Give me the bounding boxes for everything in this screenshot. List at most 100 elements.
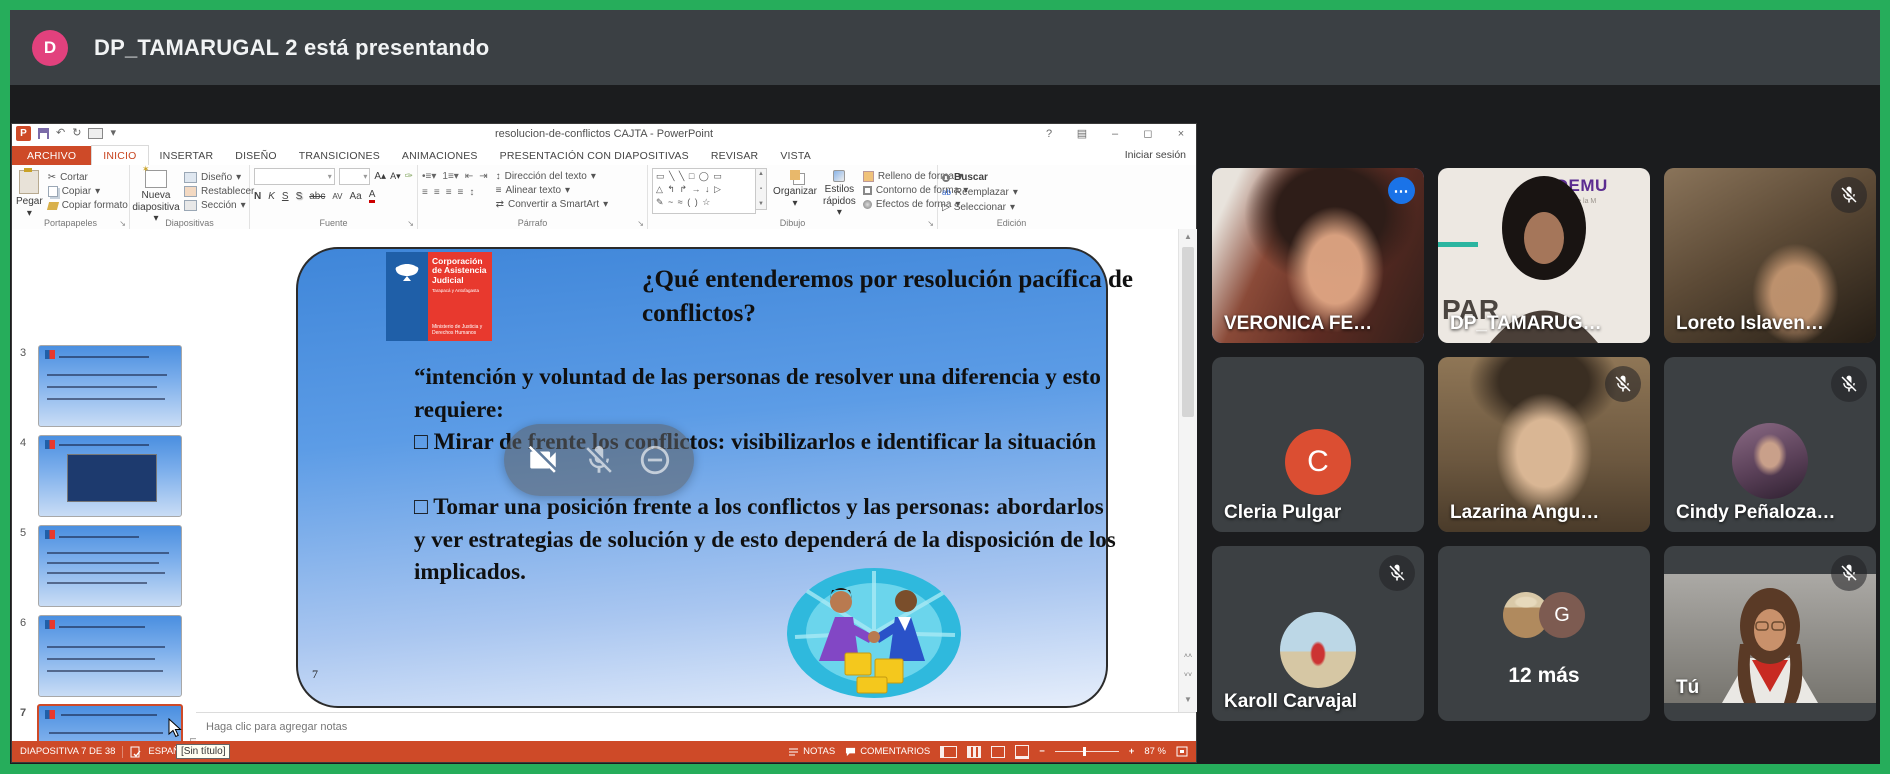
normal-view-button[interactable] — [940, 746, 957, 758]
slide-sorter-view-button[interactable] — [967, 746, 981, 758]
mic-off-badge — [1831, 555, 1867, 591]
participant-tile-overflow[interactable]: G 12 más — [1438, 546, 1650, 721]
copy-button[interactable]: Copiar ▾ — [48, 185, 128, 198]
next-slide-button[interactable]: ˅˅ — [1180, 672, 1196, 687]
align-text-button[interactable]: ≡ Alinear texto ▾ — [496, 184, 609, 197]
camera-off-icon[interactable] — [526, 443, 560, 477]
clear-format-button[interactable]: ✑ — [405, 171, 413, 182]
format-painter-button[interactable]: Copiar formato — [48, 199, 128, 212]
spellcheck-icon[interactable] — [130, 746, 142, 758]
participant-tile-veronica[interactable]: ⋯ VERONICA FE… — [1212, 168, 1424, 343]
quick-styles-button[interactable]: Estilos rápidos ▾ — [823, 170, 856, 219]
new-slide-button[interactable]: Nueva diapositiva ▾ — [134, 170, 178, 225]
slide-thumbnail-6[interactable] — [38, 615, 182, 697]
zoom-level[interactable]: 87 % — [1144, 746, 1166, 757]
slide-thumbnail-7-current[interactable] — [37, 704, 183, 741]
reset-button[interactable]: Restablecer — [184, 185, 254, 198]
scroll-down-icon[interactable]: ▼ — [1179, 695, 1197, 704]
tab-archivo[interactable]: ARCHIVO — [12, 146, 91, 165]
slide[interactable]: Corporación de Asistencia Judicial Tarap… — [296, 247, 1108, 708]
sign-in-link[interactable]: Iniciar sesión — [1125, 149, 1186, 161]
zoom-out-button[interactable]: − — [1039, 746, 1045, 757]
mic-off-icon[interactable] — [582, 443, 616, 477]
decrease-indent-button[interactable]: ⇤ — [465, 171, 473, 182]
dialog-launcher-icon[interactable]: ↘ — [407, 219, 414, 228]
select-button[interactable]: ▷ Seleccionar ▾ — [942, 201, 1081, 214]
previous-slide-button[interactable]: ˄˄ — [1180, 653, 1196, 668]
justify-button[interactable]: ≡ — [458, 187, 464, 198]
participant-tile-self[interactable]: Tú — [1664, 546, 1876, 721]
underline-button[interactable]: S — [282, 191, 289, 202]
reading-view-button[interactable] — [991, 746, 1005, 758]
tab-insertar[interactable]: INSERTAR — [149, 146, 225, 165]
minimize-icon[interactable] — [638, 443, 672, 477]
shapes-gallery-scroll[interactable]: ▲▪▼ — [756, 168, 767, 210]
increase-indent-button[interactable]: ⇥ — [479, 171, 487, 182]
section-button[interactable]: Sección ▾ — [184, 199, 254, 212]
slideshow-button[interactable] — [1015, 745, 1029, 759]
tab-revisar[interactable]: REVISAR — [700, 146, 770, 165]
font-color-button[interactable]: A — [369, 190, 376, 203]
zoom-in-button[interactable]: + — [1129, 746, 1135, 757]
tab-vista[interactable]: VISTA — [769, 146, 822, 165]
notes-toggle[interactable]: NOTAS — [788, 746, 835, 757]
participant-tile-lazarina[interactable]: Lazarina Angu… — [1438, 357, 1650, 532]
close-button[interactable]: × — [1174, 128, 1188, 140]
find-button[interactable]: Buscar — [942, 171, 1081, 184]
slide-thumbnail-5[interactable] — [38, 525, 182, 607]
grow-font-button[interactable]: A▴ — [374, 171, 386, 182]
scroll-up-icon[interactable]: ▲ — [1179, 232, 1197, 241]
strikethrough-button[interactable]: abc — [309, 191, 325, 202]
help-button[interactable]: ? — [1042, 128, 1056, 140]
font-size-select[interactable]: ▾ — [339, 168, 371, 185]
participant-tile-dp-tamarugal[interactable]: ODEMU y Desarrollo de la M PAR DP_TAMARU… — [1438, 168, 1650, 343]
shapes-gallery[interactable]: ▭ ╲ ╲ □ ◯ ▭ △ ↰ ↱ → ↓ ▷ ✎ ~ ≈ ( ) ☆ — [652, 168, 756, 214]
smartart-button[interactable]: ⇄ Convertir a SmartArt ▾ — [496, 198, 609, 211]
char-spacing-button[interactable]: AV — [332, 192, 342, 201]
align-left-button[interactable]: ≡ — [422, 187, 428, 198]
participant-tile-karoll[interactable]: Karoll Carvajal — [1212, 546, 1424, 721]
minimize-button[interactable]: – — [1108, 128, 1122, 140]
italic-button[interactable]: K — [268, 191, 275, 202]
participant-name: Tú — [1676, 677, 1699, 699]
dialog-launcher-icon[interactable]: ↘ — [927, 219, 934, 228]
tab-diseno[interactable]: DISEÑO — [224, 146, 287, 165]
comments-toggle[interactable]: COMENTARIOS — [845, 746, 930, 757]
layout-button[interactable]: Diseño ▾ — [184, 171, 254, 184]
slide-scrollbar[interactable]: ▲ ˄˄ ˅˅ ▼ — [1178, 229, 1197, 712]
change-case-button[interactable]: Aa — [349, 191, 361, 202]
font-name-select[interactable]: ▾ — [254, 168, 335, 185]
cut-button[interactable]: ✂ Cortar — [48, 171, 128, 184]
tab-animaciones[interactable]: ANIMACIONES — [391, 146, 489, 165]
shadow-button[interactable]: S — [296, 191, 303, 202]
fit-to-window-icon[interactable] — [1176, 746, 1188, 757]
participant-tile-loreto[interactable]: Loreto Islaven… — [1664, 168, 1876, 343]
thumb-number: 3 — [20, 347, 26, 359]
tab-inicio[interactable]: INICIO — [91, 145, 148, 166]
zoom-slider[interactable] — [1055, 751, 1119, 752]
dialog-launcher-icon[interactable]: ↘ — [637, 219, 644, 228]
notes-pane[interactable]: Haga clic para agregar notas — [196, 712, 1196, 741]
arrange-button[interactable]: Organizar ▾ — [774, 170, 816, 209]
align-right-button[interactable]: ≡ — [446, 187, 452, 198]
numbering-button[interactable]: 1≡▾ — [442, 171, 458, 182]
restore-button[interactable]: ◻ — [1141, 127, 1155, 140]
tab-transiciones[interactable]: TRANSICIONES — [288, 146, 391, 165]
bold-button[interactable]: N — [254, 191, 261, 202]
text-direction-button[interactable]: ↕ Dirección del texto ▾ — [496, 170, 609, 183]
shrink-font-button[interactable]: A▾ — [390, 171, 401, 182]
participant-tile-cleria[interactable]: C Cleria Pulgar — [1212, 357, 1424, 532]
dialog-launcher-icon[interactable]: ↘ — [119, 219, 126, 228]
line-spacing-button[interactable]: ↕ — [469, 187, 474, 198]
more-options-button[interactable]: ⋯ — [1388, 177, 1415, 204]
align-center-button[interactable]: ≡ — [434, 187, 440, 198]
slide-thumbnail-3[interactable] — [38, 345, 182, 427]
participant-tile-cindy[interactable]: Cindy Peñaloza… — [1664, 357, 1876, 532]
replace-button[interactable]: ab Reemplazar ▾ — [942, 186, 1081, 199]
slide-thumbnail-4[interactable] — [38, 435, 182, 517]
scrollbar-thumb[interactable] — [1182, 247, 1194, 417]
tab-presentacion[interactable]: PRESENTACIÓN CON DIAPOSITIVAS — [489, 146, 700, 165]
paste-button[interactable]: Pegar ▾ — [16, 170, 43, 219]
ribbon-options-button[interactable]: ▤ — [1075, 127, 1089, 140]
bullets-button[interactable]: •≡▾ — [422, 171, 436, 182]
